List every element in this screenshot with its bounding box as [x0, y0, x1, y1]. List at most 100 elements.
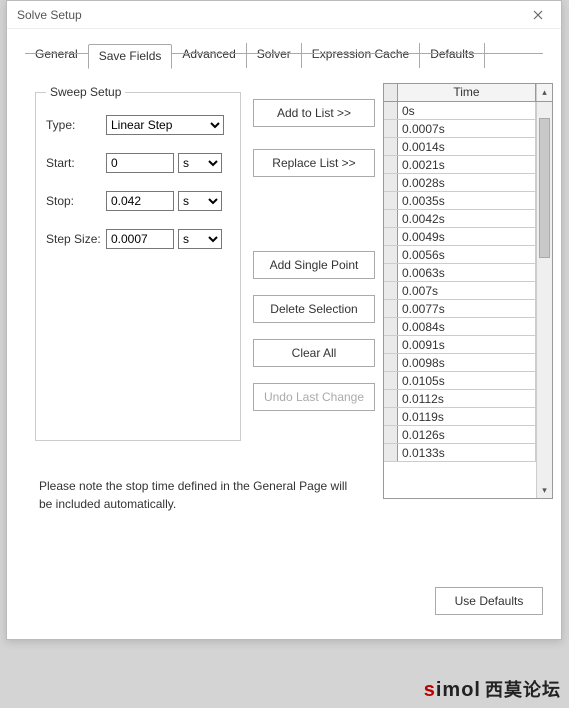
time-cell[interactable]: 0.0007s — [398, 120, 536, 137]
table-row[interactable]: 0.0049s — [384, 228, 536, 246]
close-icon — [533, 10, 543, 20]
step-input[interactable] — [106, 229, 174, 249]
table-row[interactable]: 0.0014s — [384, 138, 536, 156]
table-row[interactable]: 0.0056s — [384, 246, 536, 264]
scroll-down-button[interactable]: ▾ — [537, 482, 552, 498]
titlebar: Solve Setup — [7, 1, 561, 29]
row-header — [384, 444, 398, 461]
time-cell[interactable]: 0.0063s — [398, 264, 536, 281]
row-header — [384, 336, 398, 353]
time-rows: 0s0.0007s0.0014s0.0021s0.0028s0.0035s0.0… — [384, 102, 536, 498]
table-row[interactable]: 0.0007s — [384, 120, 536, 138]
table-row[interactable]: 0.0112s — [384, 390, 536, 408]
content: Sweep Setup Type: Linear Step Start: s S… — [25, 69, 543, 615]
tab-save-fields[interactable]: Save Fields — [88, 44, 173, 69]
stop-unit-select[interactable]: s — [178, 191, 222, 211]
time-cell[interactable]: 0.0126s — [398, 426, 536, 443]
time-column-header[interactable]: Time — [398, 84, 536, 101]
time-table-header: Time ▴ — [384, 84, 552, 102]
table-row[interactable]: 0.0077s — [384, 300, 536, 318]
row-header — [384, 192, 398, 209]
stop-input[interactable] — [106, 191, 174, 211]
start-input[interactable] — [106, 153, 174, 173]
table-row[interactable]: 0.0063s — [384, 264, 536, 282]
undo-last-change-button[interactable]: Undo Last Change — [253, 383, 375, 411]
time-cell[interactable]: 0.0049s — [398, 228, 536, 245]
time-cell[interactable]: 0.0056s — [398, 246, 536, 263]
table-row[interactable]: 0s — [384, 102, 536, 120]
row-header — [384, 246, 398, 263]
replace-list-button[interactable]: Replace List >> — [253, 149, 375, 177]
time-cell[interactable]: 0.0035s — [398, 192, 536, 209]
tab-general[interactable]: General — [25, 43, 88, 68]
table-row[interactable]: 0.0084s — [384, 318, 536, 336]
row-header — [384, 372, 398, 389]
tab-advanced[interactable]: Advanced — [172, 43, 246, 68]
vertical-scrollbar[interactable]: ▾ — [536, 102, 552, 498]
time-cell[interactable]: 0.0112s — [398, 390, 536, 407]
time-cell[interactable]: 0.0133s — [398, 444, 536, 461]
row-header — [384, 138, 398, 155]
time-cell[interactable]: 0.0119s — [398, 408, 536, 425]
row-header — [384, 390, 398, 407]
watermark-cn: 西莫论坛 — [485, 676, 561, 702]
row-header — [384, 282, 398, 299]
table-row[interactable]: 0.0133s — [384, 444, 536, 462]
scroll-up-button[interactable]: ▴ — [536, 84, 552, 101]
tab-defaults[interactable]: Defaults — [420, 43, 485, 68]
table-row[interactable]: 0.0035s — [384, 192, 536, 210]
start-label: Start: — [46, 156, 102, 170]
time-cell[interactable]: 0.0021s — [398, 156, 536, 173]
step-label: Step Size: — [46, 232, 102, 246]
start-unit-select[interactable]: s — [178, 153, 222, 173]
type-select[interactable]: Linear Step — [106, 115, 224, 135]
table-row[interactable]: 0.0042s — [384, 210, 536, 228]
time-cell[interactable]: 0.0014s — [398, 138, 536, 155]
scrollbar-thumb[interactable] — [539, 118, 550, 258]
sweep-setup-group: Sweep Setup Type: Linear Step Start: s S… — [35, 85, 241, 441]
watermark: simol 西莫论坛 — [424, 676, 561, 702]
window-title: Solve Setup — [17, 8, 82, 22]
table-row[interactable]: 0.0126s — [384, 426, 536, 444]
button-column: Add to List >> Replace List >> Add Singl… — [253, 99, 375, 411]
row-header — [384, 264, 398, 281]
time-cell[interactable]: 0.007s — [398, 282, 536, 299]
tab-expression-cache[interactable]: Expression Cache — [302, 43, 420, 68]
delete-selection-button[interactable]: Delete Selection — [253, 295, 375, 323]
row-header — [384, 210, 398, 227]
row-header — [384, 156, 398, 173]
row-header — [384, 354, 398, 371]
tab-solver[interactable]: Solver — [247, 43, 302, 68]
close-button[interactable] — [523, 4, 553, 26]
time-cell[interactable]: 0.0084s — [398, 318, 536, 335]
table-row[interactable]: 0.0105s — [384, 372, 536, 390]
clear-all-button[interactable]: Clear All — [253, 339, 375, 367]
time-cell[interactable]: 0.0098s — [398, 354, 536, 371]
row-header — [384, 120, 398, 137]
add-single-point-button[interactable]: Add Single Point — [253, 251, 375, 279]
time-cell[interactable]: 0.0028s — [398, 174, 536, 191]
add-to-list-button[interactable]: Add to List >> — [253, 99, 375, 127]
row-header — [384, 318, 398, 335]
time-cell[interactable]: 0.0042s — [398, 210, 536, 227]
type-label: Type: — [46, 118, 102, 132]
time-cell[interactable]: 0.0091s — [398, 336, 536, 353]
time-cell[interactable]: 0s — [398, 102, 536, 119]
row-header — [384, 102, 398, 119]
table-row[interactable]: 0.0028s — [384, 174, 536, 192]
table-row[interactable]: 0.0119s — [384, 408, 536, 426]
step-unit-select[interactable]: s — [178, 229, 222, 249]
table-row[interactable]: 0.0098s — [384, 354, 536, 372]
row-header — [384, 426, 398, 443]
time-cell[interactable]: 0.0105s — [398, 372, 536, 389]
time-cell[interactable]: 0.0077s — [398, 300, 536, 317]
tabs: General Save Fields Advanced Solver Expr… — [7, 29, 561, 68]
table-row[interactable]: 0.0091s — [384, 336, 536, 354]
row-header — [384, 228, 398, 245]
table-row[interactable]: 0.0021s — [384, 156, 536, 174]
row-header — [384, 408, 398, 425]
table-row[interactable]: 0.007s — [384, 282, 536, 300]
row-header — [384, 300, 398, 317]
use-defaults-button[interactable]: Use Defaults — [435, 587, 543, 615]
solve-setup-window: Solve Setup General Save Fields Advanced… — [6, 0, 562, 640]
